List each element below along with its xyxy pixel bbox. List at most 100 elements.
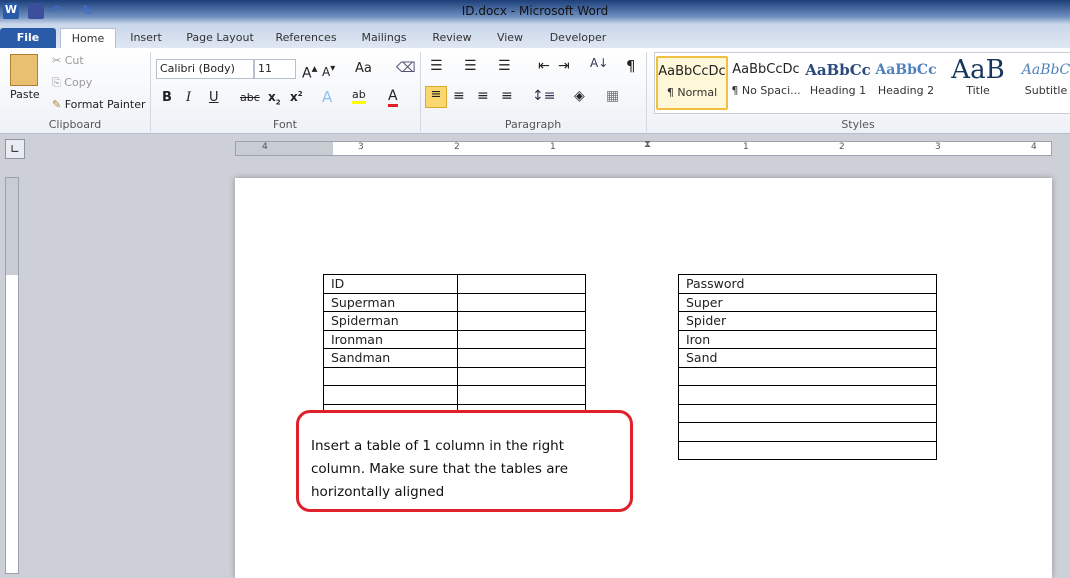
font-group-label: Font bbox=[273, 118, 297, 131]
grow-font-icon[interactable]: A▴ bbox=[302, 61, 317, 82]
tab-insert[interactable]: Insert bbox=[120, 28, 172, 48]
table-cell[interactable]: Super bbox=[678, 292, 937, 312]
style-no-spacing[interactable]: AaBbCcDc ¶ No Spaci... bbox=[730, 56, 802, 110]
table-row bbox=[678, 422, 937, 442]
shrink-font-icon[interactable]: A▾ bbox=[322, 63, 335, 79]
ruler-label: 2 bbox=[454, 142, 460, 152]
shading-icon[interactable]: ◈ bbox=[574, 88, 585, 104]
table-row bbox=[323, 385, 586, 405]
table-cell[interactable]: ID bbox=[323, 274, 458, 294]
tab-review[interactable]: Review bbox=[426, 28, 478, 48]
table-cell[interactable] bbox=[457, 329, 586, 349]
cut-button[interactable]: ✂ Cut bbox=[52, 54, 84, 67]
style-subtitle[interactable]: AaBbC Subtitle bbox=[1016, 56, 1070, 110]
callout-box: Insert a table of 1 column in the right … bbox=[296, 410, 633, 512]
tab-references[interactable]: References bbox=[270, 28, 342, 48]
table-cell[interactable]: Password bbox=[678, 274, 937, 294]
style-normal[interactable]: AaBbCcDc ¶ Normal bbox=[656, 56, 728, 110]
highlight-icon[interactable]: ab bbox=[352, 88, 366, 104]
underline-icon[interactable]: U bbox=[209, 90, 219, 105]
tab-file[interactable]: File bbox=[0, 28, 56, 48]
paste-icon[interactable] bbox=[10, 54, 38, 86]
table-row: Superman bbox=[323, 292, 586, 312]
font-size-select[interactable]: 11 bbox=[254, 59, 296, 79]
bullets-icon[interactable]: ☰ bbox=[430, 58, 443, 74]
align-right-icon[interactable]: ≡ bbox=[477, 88, 489, 104]
table-cell[interactable] bbox=[678, 366, 937, 386]
font-name-select[interactable]: Calibri (Body) bbox=[156, 59, 254, 79]
table-cell[interactable] bbox=[678, 385, 937, 405]
italic-icon[interactable]: I bbox=[186, 90, 191, 105]
ruler-label: 1 bbox=[550, 142, 556, 152]
tab-selector-button[interactable]: ∟ bbox=[5, 139, 25, 159]
right-table[interactable]: Password Super Spider Iron Sand bbox=[678, 274, 937, 460]
table-cell[interactable]: Spider bbox=[678, 311, 937, 331]
table-cell[interactable] bbox=[457, 385, 586, 405]
indent-marker-icon[interactable]: ⧗ bbox=[644, 139, 651, 150]
table-row: ID bbox=[323, 274, 586, 294]
ribbon-tabs: File Home Insert Page Layout References … bbox=[0, 24, 1070, 48]
style-heading-1[interactable]: AaBbCc Heading 1 bbox=[802, 56, 874, 110]
table-cell[interactable] bbox=[457, 366, 586, 386]
clear-formatting-icon[interactable]: ⌫ bbox=[396, 60, 416, 76]
style-title[interactable]: AaB Title bbox=[942, 56, 1014, 110]
numbering-icon[interactable]: ☰ bbox=[464, 58, 477, 74]
table-cell[interactable] bbox=[678, 440, 937, 460]
table-row bbox=[678, 366, 937, 386]
ribbon: Paste ✂ Cut ⎘ Copy ✎ Format Painter Clip… bbox=[0, 48, 1070, 134]
font-color-icon[interactable]: A bbox=[388, 88, 398, 107]
table-cell[interactable] bbox=[457, 292, 586, 312]
show-formatting-icon[interactable]: ¶ bbox=[626, 57, 636, 75]
table-cell[interactable]: Sandman bbox=[323, 348, 458, 368]
table-cell[interactable] bbox=[457, 311, 586, 331]
tab-page-layout[interactable]: Page Layout bbox=[180, 28, 260, 48]
ruler-label: 4 bbox=[1031, 142, 1037, 152]
ruler-label: 1 bbox=[743, 142, 749, 152]
ruler-label: 3 bbox=[935, 142, 941, 152]
table-row: Spider bbox=[678, 311, 937, 331]
align-center-icon[interactable]: ≡ bbox=[453, 88, 465, 104]
table-row bbox=[678, 403, 937, 423]
tab-home[interactable]: Home bbox=[60, 28, 116, 48]
superscript-icon[interactable]: x2 bbox=[290, 90, 303, 104]
vertical-ruler[interactable] bbox=[5, 177, 19, 574]
ruler-label: 4 bbox=[262, 142, 268, 152]
tab-developer[interactable]: Developer bbox=[542, 28, 614, 48]
align-left-icon[interactable]: ≡ bbox=[425, 86, 447, 108]
multilevel-list-icon[interactable]: ☰ bbox=[498, 58, 511, 74]
styles-group-label: Styles bbox=[841, 118, 875, 131]
table-cell[interactable] bbox=[457, 348, 586, 368]
table-cell[interactable] bbox=[457, 274, 586, 294]
table-cell[interactable] bbox=[678, 403, 937, 423]
table-cell[interactable]: Superman bbox=[323, 292, 458, 312]
copy-icon: ⎘ bbox=[52, 76, 65, 89]
strikethrough-icon[interactable]: abc bbox=[240, 91, 260, 104]
table-row: Super bbox=[678, 292, 937, 312]
table-cell[interactable]: Sand bbox=[678, 348, 937, 368]
paste-button[interactable]: Paste bbox=[10, 88, 40, 101]
change-case-button[interactable]: Aa bbox=[355, 61, 372, 76]
line-spacing-icon[interactable]: ↕≡ bbox=[532, 88, 555, 104]
tab-view[interactable]: View bbox=[488, 28, 532, 48]
table-cell[interactable] bbox=[323, 385, 458, 405]
ruler-text-area bbox=[648, 142, 1051, 155]
copy-button[interactable]: ⎘ Copy bbox=[52, 76, 92, 90]
bold-icon[interactable]: B bbox=[162, 90, 172, 105]
table-cell[interactable]: Ironman bbox=[323, 329, 458, 349]
increase-indent-icon[interactable]: ⇥ bbox=[558, 58, 570, 74]
window-title: ID.docx - Microsoft Word bbox=[461, 4, 609, 18]
format-painter-button[interactable]: ✎ Format Painter bbox=[52, 98, 146, 111]
table-cell[interactable]: Iron bbox=[678, 329, 937, 349]
tab-mailings[interactable]: Mailings bbox=[352, 28, 416, 48]
justify-icon[interactable]: ≡ bbox=[501, 88, 513, 104]
table-cell[interactable]: Spiderman bbox=[323, 311, 458, 331]
text-effects-icon[interactable]: A bbox=[322, 88, 332, 106]
sort-icon[interactable]: A↓ bbox=[590, 56, 608, 70]
table-cell[interactable] bbox=[323, 366, 458, 386]
horizontal-ruler[interactable]: 4 3 2 1 1 2 3 4 ⧗ bbox=[235, 139, 1052, 156]
subscript-icon[interactable]: x2 bbox=[268, 90, 281, 106]
borders-icon[interactable]: ▦ bbox=[606, 88, 619, 104]
style-heading-2[interactable]: AaBbCc Heading 2 bbox=[870, 56, 942, 110]
decrease-indent-icon[interactable]: ⇤ bbox=[538, 58, 550, 74]
table-cell[interactable] bbox=[678, 422, 937, 442]
